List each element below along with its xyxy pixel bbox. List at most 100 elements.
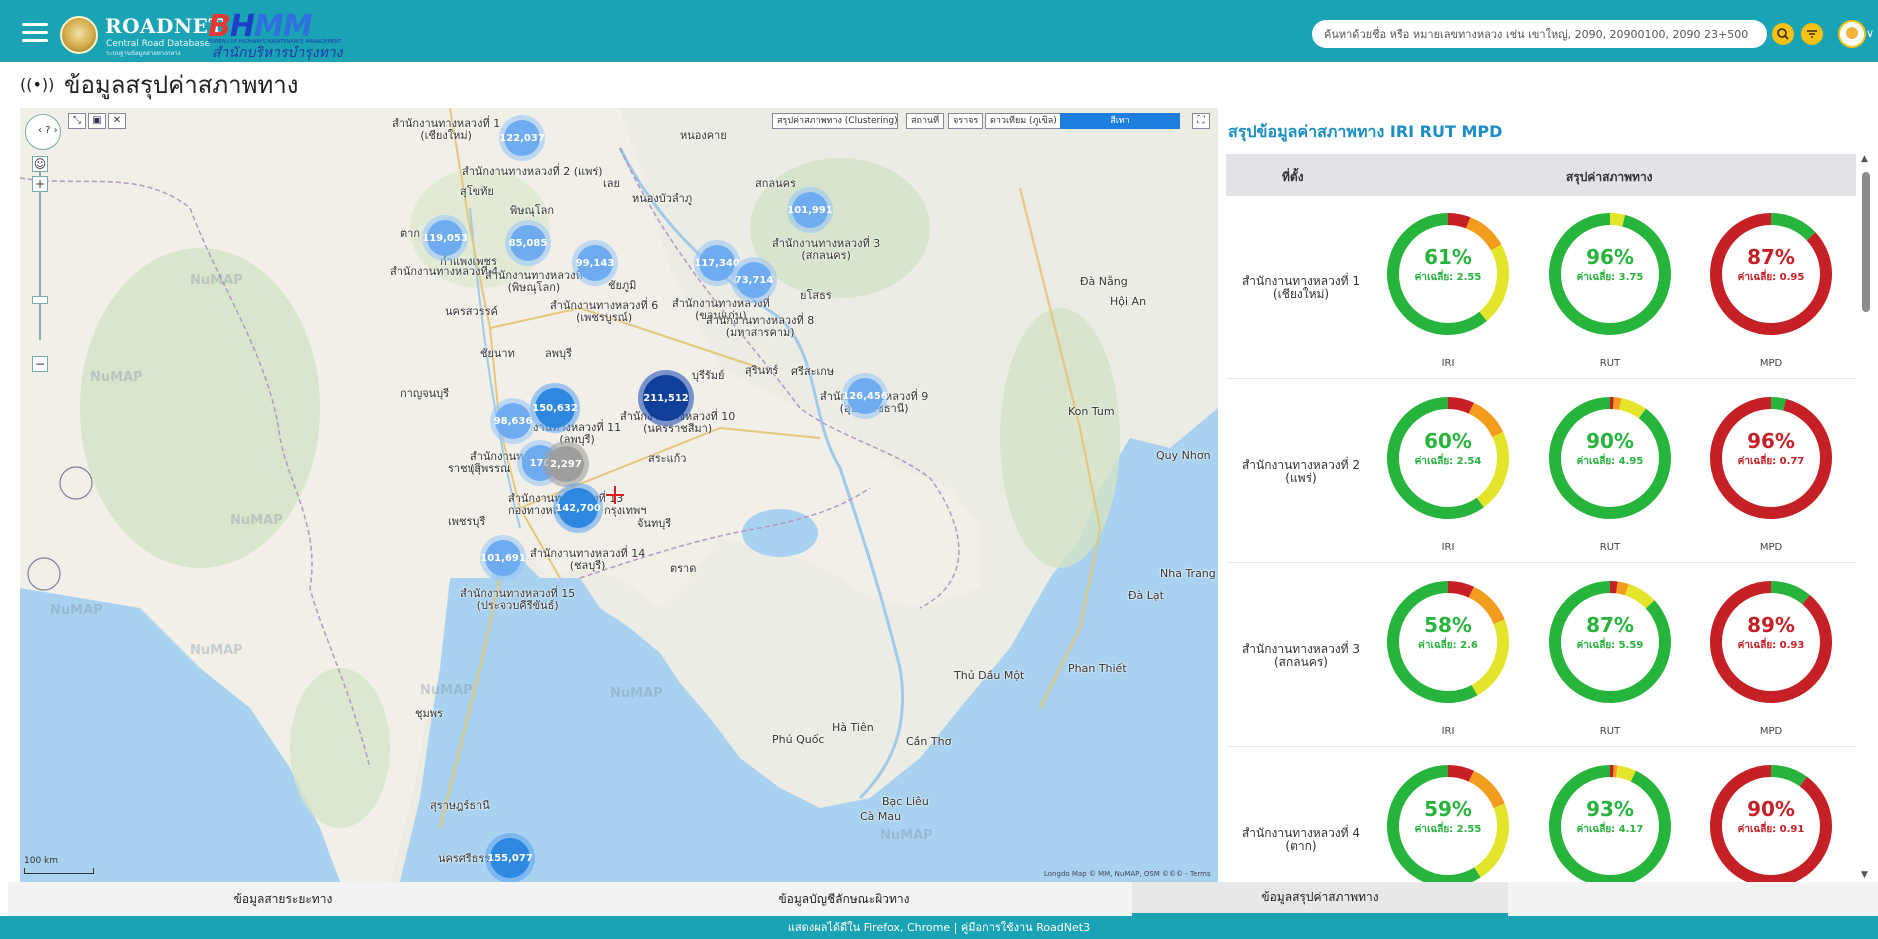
rut-donut-chart[interactable]: 96% ค่าเฉลี่ย: 3.75 xyxy=(1546,210,1674,338)
search-box xyxy=(1312,20,1769,48)
donut-segment xyxy=(1616,581,1629,596)
user-avatar[interactable] xyxy=(1838,20,1866,48)
summary-row: สำนักงานทางหลวงที่ 2 (แพร่) 60% ค่าเฉลี่ย:… xyxy=(1226,380,1856,563)
map-attribution[interactable]: Longdo Map © MM, NuMAP, OSM ©©© - Terms xyxy=(1044,870,1211,878)
map-watermark: NuMAP xyxy=(190,273,243,288)
cluster-marker[interactable]: 155,077 xyxy=(485,833,535,882)
cluster-marker[interactable]: 142,700 xyxy=(553,483,603,533)
zoom-out-button[interactable]: − xyxy=(32,356,48,372)
donut-segment xyxy=(1609,213,1626,227)
map-city-label: Cà Mau xyxy=(860,810,902,823)
basemap-style-select[interactable]: สีเทา xyxy=(1060,113,1180,129)
iri-donut-chart[interactable]: 58% ค่าเฉลี่ย: 2.6 xyxy=(1384,578,1512,706)
table-header: ที่ตั้ง สรุปค่าสภาพทาง xyxy=(1226,154,1856,196)
cluster-marker[interactable]: 101,691 xyxy=(480,535,526,581)
department-seal-logo xyxy=(60,16,98,54)
cluster-marker[interactable]: 2,297 xyxy=(543,441,589,487)
scroll-down-icon[interactable]: ▼ xyxy=(1861,870,1868,880)
tab-road-distance[interactable]: ข้อมูลสายระยะทาง xyxy=(8,882,558,916)
region-label: สำนักงานทางหลวงที่ 2 (แพร่) xyxy=(462,165,603,178)
broadcast-icon: ((•)) xyxy=(20,75,55,94)
cluster-marker[interactable]: 98,636 xyxy=(490,398,536,444)
map-pan-control[interactable]: ‹ ? › xyxy=(25,114,61,150)
rut-donut-chart[interactable]: 87% ค่าเฉลี่ย: 5.59 xyxy=(1546,578,1674,706)
traffic-layer-button[interactable]: จราจร xyxy=(948,113,984,129)
cluster-count: 117,340 xyxy=(694,245,740,281)
cluster-marker[interactable]: 85,085 xyxy=(505,220,551,266)
cluster-marker[interactable]: 119,053 xyxy=(422,215,468,261)
cluster-count: 101,691 xyxy=(480,540,526,576)
cluster-layer-select[interactable]: สรุปค่าสภาพทาง (Clustering) xyxy=(772,113,898,129)
measure-tool-icon[interactable]: ⤡ xyxy=(68,113,86,129)
scroll-up-icon[interactable]: ▲ xyxy=(1861,154,1868,164)
map-city-label: ชัยนาท xyxy=(480,347,515,360)
place-layer-button[interactable]: สถานที่ xyxy=(906,113,945,129)
cluster-count: 2,297 xyxy=(548,446,584,482)
iri-donut-chart[interactable]: 59% ค่าเฉลี่ย: 2.55 xyxy=(1384,762,1512,890)
layer-tool-icon[interactable]: ▣ xyxy=(88,113,106,129)
iri-percent: 58% xyxy=(1424,613,1472,637)
rut-donut-chart[interactable]: 93% ค่าเฉลี่ย: 4.17 xyxy=(1546,762,1674,890)
cluster-marker[interactable]: 73,714 xyxy=(731,257,777,303)
cluster-count: 101,991 xyxy=(787,192,833,228)
iri-donut-chart[interactable]: 60% ค่าเฉลี่ย: 2.54 xyxy=(1384,394,1512,522)
region-label: สำนักงานทางหลวงที่ 3 (สกลนคร) xyxy=(772,237,881,262)
iri-donut-chart[interactable]: 61% ค่าเฉลี่ย: 2.55 xyxy=(1384,210,1512,338)
mpd-donut-chart[interactable]: 90% ค่าเฉลี่ย: 0.91 xyxy=(1707,762,1835,890)
tab-condition-summary[interactable]: ข้อมูลสรุปค่าสภาพทาง xyxy=(1132,882,1508,916)
scroll-thumb[interactable] xyxy=(1862,172,1870,312)
cluster-marker[interactable]: 99,143 xyxy=(572,240,618,286)
filter-icon[interactable] xyxy=(1801,23,1823,45)
map-city-label: Quy Nhơn xyxy=(1156,449,1211,462)
rut-donut-chart[interactable]: 90% ค่าเฉลี่ย: 4.95 xyxy=(1546,394,1674,522)
iri-caption: IRI xyxy=(1441,358,1455,369)
rut-caption: RUT xyxy=(1599,726,1621,737)
iri-average: ค่าเฉลี่ย: 2.6 xyxy=(1418,640,1478,651)
iri-average: ค่าเฉลี่ย: 2.55 xyxy=(1414,824,1482,835)
map-city-label: Đà Lạt xyxy=(1128,589,1164,602)
zoom-in-button[interactable]: + xyxy=(32,176,48,192)
summary-row: สำนักงานทางหลวงที่ 1 (เชียงใหม่) 61% ค่าเฉ… xyxy=(1226,196,1856,379)
map-city-label: Kon Tum xyxy=(1068,405,1115,418)
map-city-label: กาญจนบุรี xyxy=(400,387,450,400)
search-icon[interactable] xyxy=(1772,23,1794,45)
cluster-count: 150,632 xyxy=(532,388,578,428)
chevron-down-icon[interactable]: ∨ xyxy=(1866,27,1874,40)
cluster-count: 99,143 xyxy=(576,245,614,281)
map-view[interactable]: NuMAP NuMAP NuMAP NuMAP NuMAP NuMAP NuMA… xyxy=(20,108,1218,882)
cluster-marker[interactable]: 122,037 xyxy=(499,115,545,161)
clear-tool-icon[interactable]: ✕ xyxy=(108,113,126,129)
map-city-label: พิษณุโลก xyxy=(510,204,555,217)
roadnet-logo: ROADNET xyxy=(105,14,224,38)
cluster-marker[interactable]: 211,512 xyxy=(638,370,694,426)
map-watermark: NuMAP xyxy=(420,683,473,698)
cluster-marker[interactable]: 126,456 xyxy=(842,373,888,419)
cluster-count: 85,085 xyxy=(509,225,547,261)
map-city-label: Phú Quốc xyxy=(772,733,825,746)
tab-surface-inventory[interactable]: ข้อมูลบัญชีลักษณะผิวทาง xyxy=(558,882,1130,916)
map-crosshair-icon xyxy=(606,486,624,504)
mpd-donut-chart[interactable]: 89% ค่าเฉลี่ย: 0.93 xyxy=(1707,578,1835,706)
hamburger-menu-icon[interactable] xyxy=(22,23,48,45)
panel-scrollbar[interactable]: ▲ ▼ xyxy=(1860,154,1872,882)
avatar-face-icon xyxy=(1846,27,1858,39)
satellite-layer-button[interactable]: ดาวเทียม (ภูเขิล) xyxy=(985,113,1062,129)
cluster-marker[interactable]: 101,991 xyxy=(787,187,833,233)
person-icon[interactable]: ☺ xyxy=(32,156,48,172)
mpd-donut-chart[interactable]: 87% ค่าเฉลี่ย: 0.95 xyxy=(1707,210,1835,338)
mpd-percent: 87% xyxy=(1747,245,1795,269)
summary-row: สำนักงานทางหลวงที่ 3 (สกลนคร) 58% ค่าเฉลี่… xyxy=(1226,564,1856,747)
map-city-label: เลย xyxy=(603,177,620,190)
fullscreen-icon[interactable]: ⛶ xyxy=(1192,113,1210,129)
region-label: สำนักงานทางหลวงที่ (พิษณุโลก) xyxy=(485,269,583,294)
map-city-label: Thủ Dầu Một xyxy=(954,669,1025,682)
zoom-slider-handle[interactable] xyxy=(32,296,48,304)
rut-average: ค่าเฉลี่ย: 3.75 xyxy=(1576,272,1644,283)
pan-arrows-icon: ‹ ? › xyxy=(38,125,58,136)
cluster-marker[interactable]: 150,632 xyxy=(530,383,580,433)
search-input[interactable] xyxy=(1324,24,1769,44)
rut-percent: 93% xyxy=(1586,797,1634,821)
row-location-label: สำนักงานทางหลวงที่ 3 (สกลนคร) xyxy=(1241,641,1361,669)
map-city-label: ยโสธร xyxy=(800,289,832,302)
mpd-donut-chart[interactable]: 96% ค่าเฉลี่ย: 0.77 xyxy=(1707,394,1835,522)
